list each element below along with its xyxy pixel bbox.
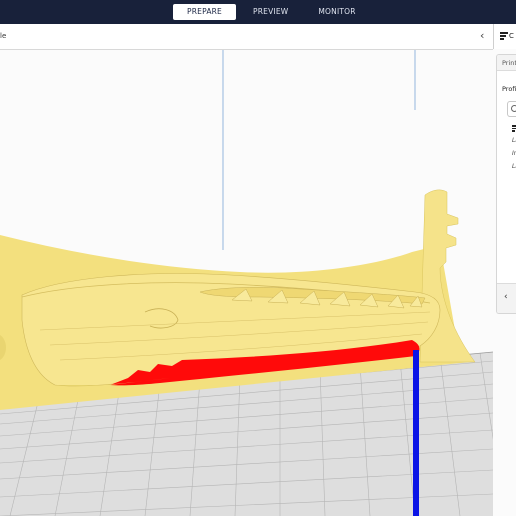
- setting-row[interactable]: Ir: [512, 150, 516, 157]
- profile-label: Profi: [502, 85, 516, 93]
- print-setup-tab: Print: [502, 59, 516, 67]
- panel-header[interactable]: Print: [497, 55, 516, 71]
- 3d-viewport[interactable]: [0, 50, 493, 516]
- tab-preview[interactable]: PREVIEW: [238, 4, 303, 20]
- search-icon[interactable]: [507, 101, 516, 117]
- chevron-left-icon[interactable]: ‹: [480, 29, 484, 42]
- panel-footer: ‹: [497, 283, 516, 313]
- setting-row[interactable]: Li: [512, 137, 516, 144]
- settings-icon: [512, 125, 516, 133]
- stage-bar: PREPARE PREVIEW MONITOR: [0, 0, 516, 24]
- stage-tabs: PREPARE PREVIEW MONITOR: [173, 4, 371, 20]
- scene: [0, 50, 493, 516]
- tab-monitor[interactable]: MONITOR: [303, 4, 370, 20]
- z-axis-indicator: [413, 350, 419, 516]
- settings-icon: [500, 32, 508, 40]
- chevron-left-icon[interactable]: ‹: [504, 292, 508, 302]
- object-name[interactable]: le: [0, 32, 6, 40]
- build-volume-edges: [222, 50, 416, 250]
- print-settings-label: C: [509, 32, 514, 40]
- print-settings-header[interactable]: C: [493, 24, 516, 49]
- setting-row[interactable]: Li: [512, 163, 516, 170]
- print-settings-panel: Print Profi Li Ir Li ‹: [496, 54, 516, 314]
- object-list-bar: le ‹: [0, 24, 493, 50]
- tab-prepare[interactable]: PREPARE: [173, 4, 236, 20]
